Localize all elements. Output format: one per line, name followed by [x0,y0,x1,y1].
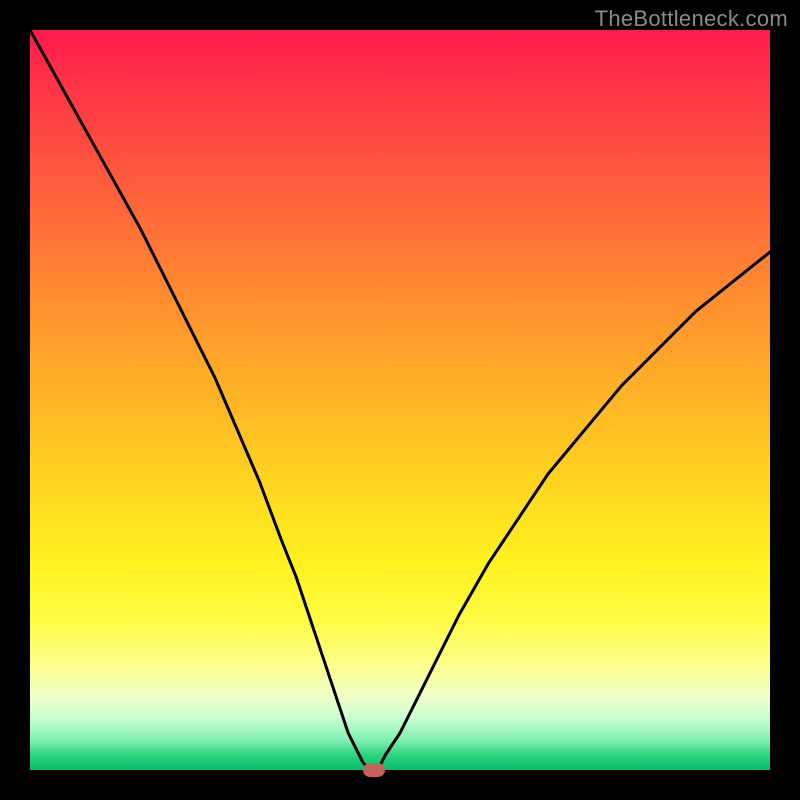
minimum-marker [363,763,385,777]
watermark-text: TheBottleneck.com [595,6,788,32]
bottleneck-curve [30,30,770,770]
chart-frame: TheBottleneck.com [0,0,800,800]
plot-area [30,30,770,770]
